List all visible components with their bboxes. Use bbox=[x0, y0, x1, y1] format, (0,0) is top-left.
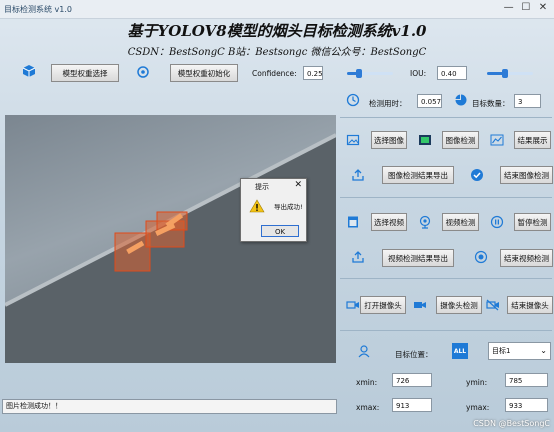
maximize-icon[interactable]: ☐ bbox=[519, 2, 533, 13]
camera-icon bbox=[346, 298, 360, 312]
select-image-button[interactable]: 选择图像 bbox=[371, 131, 407, 149]
divider bbox=[340, 197, 552, 198]
export-video-button[interactable]: 视频检测结果导出 bbox=[382, 249, 454, 267]
xmin-field: 726 bbox=[392, 373, 432, 387]
image-detect-icon bbox=[418, 133, 432, 147]
xmin-label: xmin: bbox=[356, 378, 378, 387]
stop-image-button[interactable]: 结束图像检测 bbox=[500, 166, 553, 184]
dialog-ok-button[interactable]: OK bbox=[261, 225, 299, 237]
video-camera-icon bbox=[413, 298, 427, 312]
cube-icon bbox=[22, 64, 36, 78]
upload-icon bbox=[351, 168, 365, 182]
iou-slider[interactable] bbox=[487, 69, 533, 78]
close-camera-button[interactable]: 结束摄像头 bbox=[507, 296, 553, 314]
xmax-field: 913 bbox=[392, 398, 432, 412]
detect-image-button[interactable]: 图像检测 bbox=[442, 131, 479, 149]
app-subtitle: CSDN：BestSongC B站：Bestsongc 微信公众号：BestSo… bbox=[127, 47, 427, 58]
upload-icon bbox=[351, 250, 365, 264]
ymax-label: ymax: bbox=[466, 403, 490, 412]
iou-label: IOU: bbox=[410, 69, 427, 78]
status-bar: 图片检测成功！！ bbox=[2, 399, 337, 414]
confidence-field[interactable]: 0.25 bbox=[303, 66, 323, 80]
target-select-value: 目标1 bbox=[492, 347, 511, 355]
pause-icon bbox=[490, 215, 504, 229]
app-title: 基于YOLOV8模型的烟头目标检测系统v1.0 bbox=[127, 22, 427, 40]
show-results-button[interactable]: 结果展示 bbox=[514, 131, 551, 149]
open-camera-button[interactable]: 打开摄像头 bbox=[360, 296, 406, 314]
target-position-label: 目标位置： bbox=[395, 350, 433, 359]
webcam-icon bbox=[418, 215, 432, 229]
pause-button[interactable]: 暂停检测 bbox=[514, 213, 551, 231]
select-video-button[interactable]: 选择视频 bbox=[371, 213, 407, 231]
watermark: CSDN @BestSongC bbox=[473, 419, 550, 428]
dialog-message: 导出成功! bbox=[274, 203, 303, 211]
target-icon bbox=[136, 65, 150, 79]
time-label: 检测用时： bbox=[369, 99, 407, 108]
divider bbox=[340, 117, 552, 118]
camera-off-icon bbox=[486, 298, 500, 312]
init-model-button[interactable]: 模型权重初始化 bbox=[170, 64, 238, 82]
confidence-slider[interactable] bbox=[347, 69, 393, 78]
warning-icon bbox=[249, 199, 265, 215]
pie-chart-icon bbox=[454, 93, 468, 107]
location-icon bbox=[357, 344, 371, 358]
detect-video-button[interactable]: 视频检测 bbox=[442, 213, 479, 231]
window-controls: — ☐ ✕ bbox=[502, 2, 550, 13]
confidence-label: Confidence: bbox=[252, 69, 297, 78]
title-bar: 目标检测系统 v1.0 — ☐ ✕ bbox=[0, 0, 554, 19]
chevron-down-icon: ⌄ bbox=[540, 346, 547, 355]
export-image-button[interactable]: 图像检测结果导出 bbox=[382, 166, 454, 184]
dialog-close-icon[interactable]: ✕ bbox=[294, 180, 302, 190]
camera-detect-button[interactable]: 摄像头检测 bbox=[436, 296, 482, 314]
image-icon bbox=[346, 133, 360, 147]
minimize-icon[interactable]: — bbox=[502, 2, 516, 13]
ymin-label: ymin: bbox=[466, 378, 488, 387]
target-select[interactable]: 目标1 ⌄ bbox=[488, 342, 551, 360]
check-circle-icon bbox=[470, 168, 484, 182]
divider bbox=[340, 278, 552, 279]
select-model-button[interactable]: 模型权重选择 bbox=[51, 64, 119, 82]
iou-slider-thumb[interactable] bbox=[502, 69, 509, 78]
xmax-label: xmax: bbox=[356, 403, 380, 412]
stop-circle-icon bbox=[474, 250, 488, 264]
video-file-icon bbox=[346, 215, 360, 229]
ymax-field: 933 bbox=[505, 398, 548, 412]
all-icon: ALL bbox=[452, 343, 468, 359]
dialog-title: 提示 bbox=[255, 183, 269, 191]
window-title: 目标检测系统 v1.0 bbox=[4, 5, 72, 14]
info-dialog: 提示 ✕ 导出成功! OK bbox=[240, 178, 307, 242]
time-field: 0.057 bbox=[417, 94, 442, 108]
count-label: 目标数量： bbox=[472, 99, 510, 108]
iou-field[interactable]: 0.40 bbox=[437, 66, 467, 80]
clock-icon bbox=[346, 93, 360, 107]
count-field: 3 bbox=[514, 94, 541, 108]
divider bbox=[340, 330, 552, 331]
close-icon[interactable]: ✕ bbox=[536, 2, 550, 13]
ymin-field: 785 bbox=[505, 373, 548, 387]
stop-video-button[interactable]: 结束视频检测 bbox=[500, 249, 553, 267]
confidence-slider-thumb[interactable] bbox=[355, 69, 362, 78]
line-chart-icon bbox=[490, 133, 504, 147]
